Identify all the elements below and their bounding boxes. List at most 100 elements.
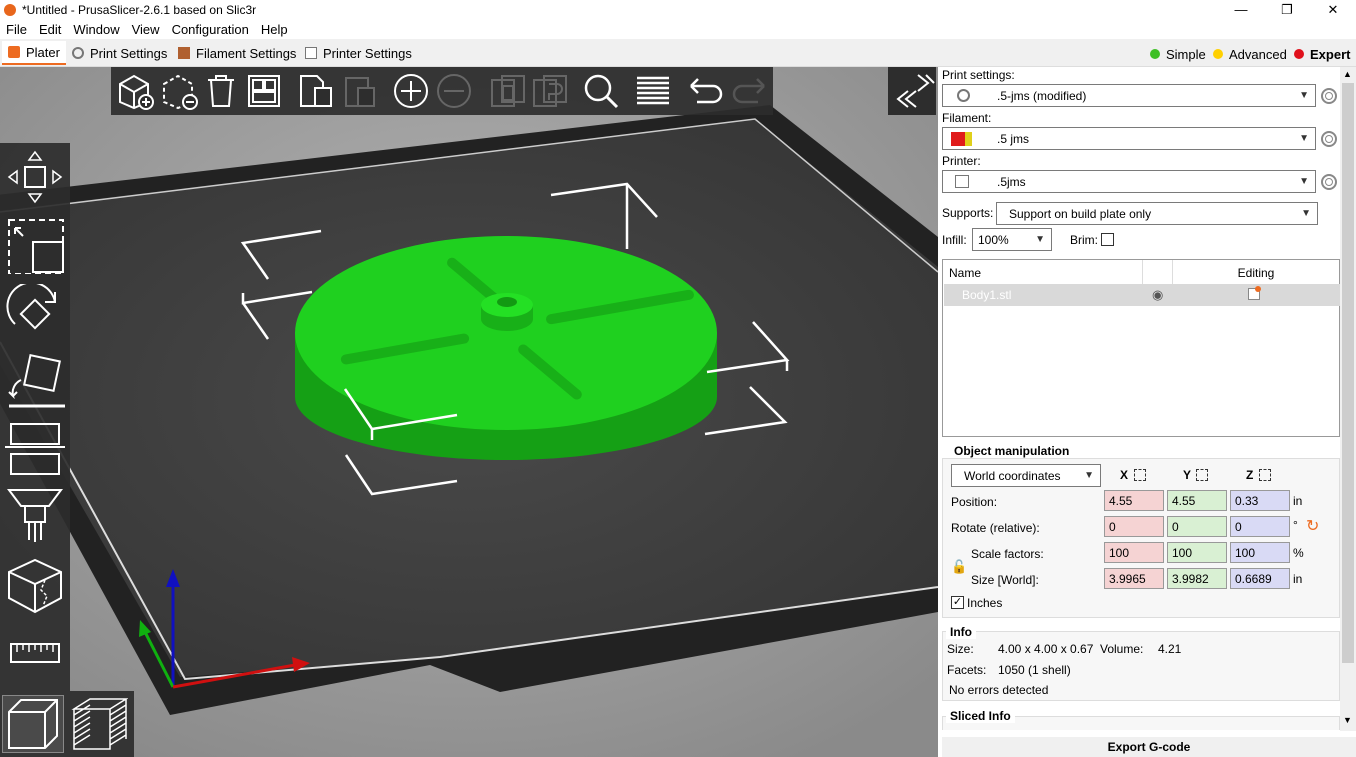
cut-icon[interactable] (4, 418, 66, 476)
print-settings-gear-icon[interactable] (1321, 88, 1337, 104)
delete-all-icon[interactable] (201, 72, 241, 110)
copy-icon[interactable] (296, 72, 336, 110)
tab-printer-settings[interactable]: Printer Settings (299, 41, 418, 65)
coordinate-system-combo[interactable]: World coordinates ▼ (951, 464, 1101, 487)
menu-window[interactable]: Window (67, 22, 125, 37)
eye-icon[interactable]: ◉ (1152, 287, 1163, 303)
filament-combo[interactable]: .5 jms ▼ (942, 127, 1316, 150)
rotate-y-input[interactable] (1167, 516, 1227, 537)
chevron-down-icon: ▼ (1084, 470, 1094, 481)
scale-z-input[interactable] (1230, 542, 1290, 563)
split-parts-icon[interactable] (530, 72, 570, 110)
name-column-header[interactable]: Name (949, 260, 1143, 285)
measure-icon[interactable] (4, 624, 66, 682)
minimize-button[interactable]: — (1218, 0, 1264, 19)
chevron-down-icon: ▼ (1299, 90, 1309, 101)
menu-edit[interactable]: Edit (33, 22, 67, 37)
scale-icon[interactable] (4, 216, 66, 274)
supports-combo[interactable]: Support on build plate only ▼ (996, 202, 1318, 225)
menu-bar: File Edit Window View Configuration Help (0, 19, 1356, 39)
filament-gear-icon[interactable] (1321, 131, 1337, 147)
3d-view-icon[interactable] (2, 695, 64, 753)
scale-label: Scale factors: (971, 547, 1044, 561)
menu-file[interactable]: File (0, 22, 33, 37)
redo-icon[interactable] (729, 72, 769, 110)
inches-checkbox[interactable]: ✓ (951, 596, 964, 609)
size-y-input[interactable] (1167, 568, 1227, 589)
model-body1 (295, 236, 717, 460)
preview-icon[interactable] (68, 695, 130, 753)
search-icon[interactable] (581, 72, 621, 110)
paint-supports-icon[interactable] (4, 486, 66, 544)
position-label: Position: (951, 495, 998, 509)
brim-checkbox[interactable] (1101, 233, 1114, 246)
split-objects-icon[interactable] (488, 72, 528, 110)
print-settings-combo[interactable]: .5-jms (modified) ▼ (942, 84, 1316, 107)
move-icon[interactable] (4, 148, 66, 206)
position-y-input[interactable] (1167, 490, 1227, 511)
mode-advanced[interactable]: Advanced (1209, 44, 1291, 64)
maximize-button[interactable]: ❐ (1264, 0, 1310, 19)
mode-expert[interactable]: Expert (1290, 44, 1354, 64)
collapse-sidebar-button[interactable] (888, 67, 936, 115)
scale-unit: % (1293, 546, 1304, 560)
printer-icon (305, 47, 317, 59)
axis-z-icon (1259, 469, 1271, 481)
rotate-z-input[interactable] (1230, 516, 1290, 537)
menu-configuration[interactable]: Configuration (166, 22, 255, 37)
chevron-down-icon: ▼ (1299, 133, 1309, 144)
tab-print-settings[interactable]: Print Settings (66, 41, 173, 65)
reset-rotation-icon[interactable]: ↻ (1306, 516, 1319, 536)
mode-simple[interactable]: Simple (1146, 44, 1210, 64)
add-icon[interactable] (115, 72, 155, 110)
size-x-input[interactable] (1104, 568, 1164, 589)
seam-paint-icon[interactable] (4, 556, 66, 614)
sidebar-scrollbar[interactable]: ▲ ▼ (1340, 67, 1356, 731)
object-row[interactable]: Body1.stl ◉ (944, 284, 1340, 306)
layers-editing-icon[interactable] (633, 72, 673, 110)
remove-instance-icon[interactable] (434, 72, 474, 110)
delete-icon[interactable] (159, 72, 199, 110)
undo-icon[interactable] (686, 72, 726, 110)
position-z-input[interactable] (1230, 490, 1290, 511)
visibility-column-header[interactable] (1143, 260, 1173, 285)
info-facets-value: 1050 (1 shell) (998, 663, 1071, 677)
lock-icon[interactable]: 🔓 (951, 559, 967, 575)
axis-x-icon (1134, 469, 1146, 481)
printer-icon (955, 175, 969, 188)
window-title: *Untitled - PrusaSlicer-2.6.1 based on S… (22, 2, 257, 17)
scale-y-input[interactable] (1167, 542, 1227, 563)
paste-icon[interactable] (339, 72, 379, 110)
title-bar: *Untitled - PrusaSlicer-2.6.1 based on S… (0, 0, 1356, 19)
place-on-face-icon[interactable] (4, 350, 66, 408)
chevron-down-icon: ▼ (1035, 234, 1045, 245)
infill-combo[interactable]: 100% ▼ (972, 228, 1052, 251)
editing-column-header[interactable]: Editing (1173, 260, 1339, 285)
plater-icon (8, 46, 20, 58)
tab-filament-settings[interactable]: Filament Settings (172, 41, 302, 65)
axis-y-label: Y (1183, 468, 1192, 482)
rotate-icon[interactable] (4, 284, 66, 342)
scroll-down-icon[interactable]: ▼ (1343, 715, 1352, 725)
chevron-down-icon: ▼ (1301, 208, 1311, 219)
object-list[interactable]: Name Editing Body1.stl ◉ (942, 259, 1340, 437)
close-button[interactable]: ✕ (1310, 0, 1356, 19)
size-z-input[interactable] (1230, 568, 1290, 589)
menu-view[interactable]: View (126, 22, 166, 37)
arrange-icon[interactable] (244, 72, 284, 110)
3d-scene[interactable] (0, 67, 938, 757)
axis-z-label: Z (1246, 468, 1254, 482)
scroll-thumb[interactable] (1342, 83, 1354, 663)
scroll-up-icon[interactable]: ▲ (1343, 69, 1352, 79)
scale-x-input[interactable] (1104, 542, 1164, 563)
add-instance-icon[interactable] (391, 72, 431, 110)
printer-combo[interactable]: .5jms ▼ (942, 170, 1316, 193)
position-x-input[interactable] (1104, 490, 1164, 511)
spool-icon (178, 47, 190, 59)
export-gcode-button[interactable]: Export G-code (942, 737, 1356, 757)
printer-gear-icon[interactable] (1321, 174, 1337, 190)
rotate-x-input[interactable] (1104, 516, 1164, 537)
info-volume-label: Volume: (1100, 642, 1144, 656)
tab-plater[interactable]: Plater (2, 41, 66, 65)
menu-help[interactable]: Help (255, 22, 294, 37)
